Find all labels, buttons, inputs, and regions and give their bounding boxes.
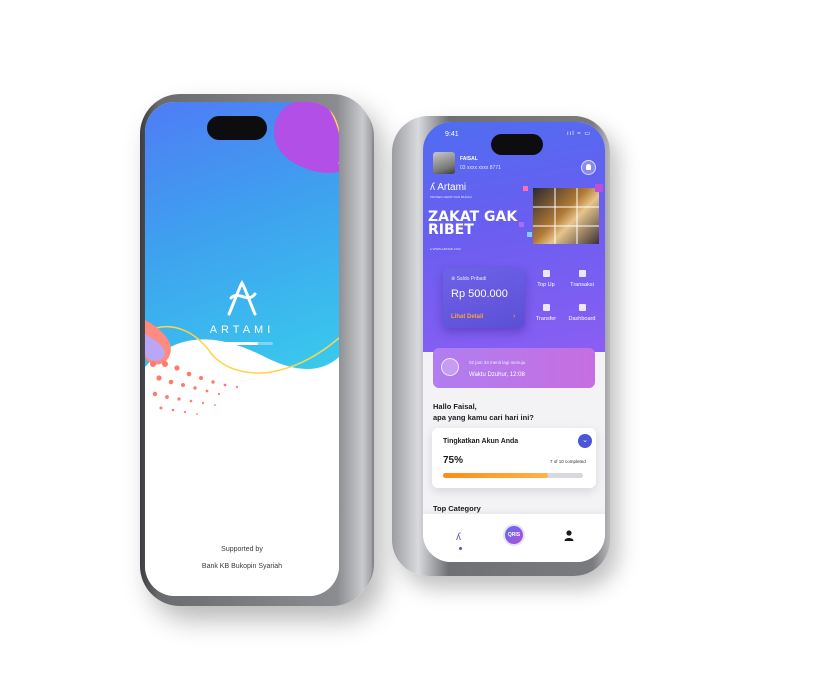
action-transfer[interactable]: Transfer	[529, 304, 563, 322]
wallet-balance: Rp 500.000	[451, 288, 508, 300]
white-wave-shape	[145, 339, 339, 596]
status-icons: ııl ≈ ▭	[567, 131, 591, 137]
chevron-down-icon[interactable]: ⌄	[578, 434, 592, 448]
banner-square-decor	[527, 232, 532, 237]
splash-decoration	[145, 102, 339, 596]
nav-home[interactable]: ʎ	[456, 532, 461, 543]
banner-square-decor	[595, 184, 603, 192]
banner-photo-grid	[519, 184, 603, 244]
banner-tagline: PROSES CEPAT DAN MUDAH	[430, 195, 472, 199]
banner-title[interactable]: ZAKAT GAK RIBET	[428, 210, 528, 237]
chart-icon	[578, 270, 586, 277]
banner-square-decor	[519, 222, 524, 227]
username: FAISAL	[460, 156, 478, 162]
send-icon	[542, 304, 550, 311]
bottom-navigation: ʎ QRIS	[423, 514, 605, 562]
top-up-icon	[542, 270, 550, 277]
upgrade-progress-fill	[443, 473, 548, 478]
artami-logo-icon: ʎ	[430, 182, 435, 193]
greeting: Hallo Faisal, apa yang kamu cari hari in…	[433, 401, 534, 423]
wallet-label: ⊛ Saldo Pribadi	[451, 276, 487, 282]
upgrade-account-card[interactable]: Tingkatkan Akun Anda ⌄ 75% 7 of 10 compl…	[432, 428, 596, 488]
artami-logo-icon: ʎ	[456, 532, 461, 543]
action-transaksi[interactable]: Transaksi	[565, 270, 599, 288]
banner-square-decor	[523, 186, 528, 191]
upgrade-percent: 75%	[443, 455, 464, 466]
action-dashboard[interactable]: Dashboard	[565, 304, 599, 322]
greeting-line-2: apa yang kamu cari hari ini?	[433, 413, 534, 422]
status-time: 9:41	[445, 131, 459, 138]
wallet-detail-link[interactable]: Lihat Detail	[451, 314, 483, 320]
banner-brand[interactable]: ʎ Artami	[430, 182, 466, 193]
chevron-right-icon[interactable]: ›	[513, 313, 515, 320]
nav-qris-button[interactable]: QRIS	[503, 524, 525, 546]
person-icon[interactable]	[564, 528, 574, 546]
supported-by-label: Supported by	[221, 546, 263, 553]
action-top-up[interactable]: Top Up	[529, 270, 563, 288]
account-number: 03 xxxx xxxx 8771	[460, 165, 501, 171]
wallet-card[interactable]: ⊛ Saldo Pribadi Rp 500.000 Lihat Detail …	[443, 268, 525, 328]
splash-screen: ARTAMI Supported by Bank KB Bukopin Syar…	[145, 102, 339, 596]
quick-actions: Top Up Transaksi Transfer Dashboard	[529, 268, 601, 332]
prayer-countdown: 02 jam 33 menit lagi menuju	[469, 360, 526, 365]
banner-brand-label: Artami	[437, 182, 467, 193]
upgrade-progress-bar	[443, 473, 583, 478]
sponsor-bank-name: Bank KB Bukopin Syariah	[201, 563, 283, 570]
purple-blob-shape	[274, 102, 339, 173]
prayer-time-card[interactable]: 02 jam 33 menit lagi menuju Waktu Dzuhur…	[433, 348, 595, 388]
prayer-name: Waktu Dzuhur, 12:08	[469, 372, 525, 378]
upgrade-title: Tingkatkan Akun Anda	[443, 438, 519, 445]
dynamic-island	[491, 134, 543, 155]
top-category-heading: Top Category	[433, 504, 481, 513]
nav-active-dot	[459, 547, 462, 550]
greeting-line-1: Hallo Faisal,	[433, 402, 477, 411]
splash-loading-fill	[211, 342, 258, 345]
grid-icon	[578, 304, 586, 311]
upgrade-count: 7 of 10 completed	[550, 459, 586, 464]
dynamic-island	[207, 116, 267, 140]
splash-loading-bar	[211, 342, 273, 345]
mosque-icon	[441, 358, 459, 376]
splash-brand-name: ARTAMI	[209, 324, 275, 336]
notification-bell-icon[interactable]	[581, 160, 596, 175]
avatar[interactable]	[433, 152, 455, 174]
home-screen: 9:41 ııl ≈ ▭ FAISAL 03 xxxx xxxx 8771 ʎ …	[423, 122, 605, 562]
banner-url: ● WWW.ARTAMI.COM	[430, 247, 461, 251]
artami-logo-icon	[145, 280, 339, 321]
